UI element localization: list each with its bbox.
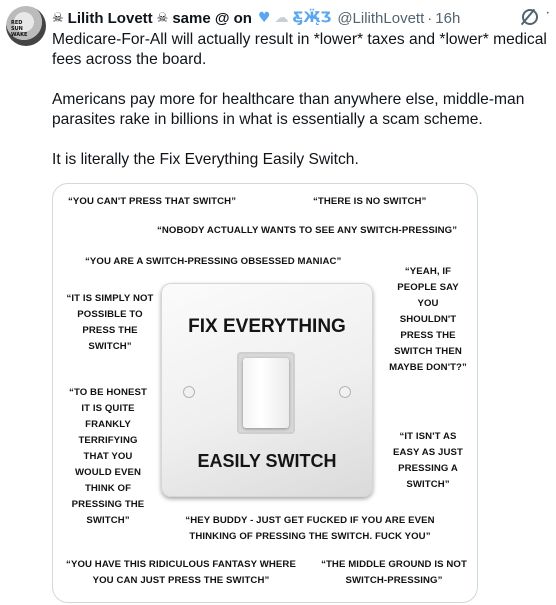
screw-icon (339, 386, 351, 398)
butterfly-icon: Ƹ̵̡Ӝ̵̨̄Ʒ (292, 10, 332, 26)
tweet-line-2: Americans pay more for healthcare than a… (52, 91, 525, 128)
screw-icon (183, 386, 195, 398)
author-handle[interactable]: @LilithLovett (337, 10, 424, 27)
tweet-header: ☠ Lilith Lovett ☠ same @ on ♥ ☁ Ƹ̵̡Ӝ̵̨̄Ʒ… (52, 8, 460, 28)
timestamp[interactable]: 16h (435, 10, 460, 27)
tweet-image[interactable]: “YOU CAN'T PRESS THAT SWITCH” “THERE IS … (52, 183, 478, 603)
separator: · (427, 9, 433, 27)
blue-heart-icon: ♥ (257, 10, 271, 26)
more-icon[interactable]: · (545, 4, 550, 22)
light-switch: FIX EVERYTHING EASILY SWITCH (161, 283, 373, 497)
switch-label-bottom: EASILY SWITCH (197, 451, 337, 471)
tweet-line-3: It is literally the Fix Everything Easil… (52, 151, 359, 168)
skull-crossbones-icon: ☠ (52, 10, 64, 26)
meme-quote-7: “TO BE HONEST IT IS QUITE FRANKLY TERRIF… (69, 387, 147, 526)
tweet-text: Medicare-For-All will actually result in… (52, 30, 550, 170)
author-name[interactable]: Lilith Lovett (68, 10, 153, 27)
switch-rocker (243, 358, 289, 428)
grok-icon[interactable] (522, 9, 538, 25)
author-status: same @ on (172, 9, 252, 27)
meme-quote-10: “YOU HAVE THIS RIDICULOUS FANTASY WHERE … (66, 559, 296, 586)
meme-quote-6: “YEAH, IF PEOPLE SAY YOU SHOULDN'T PRESS… (389, 266, 467, 373)
meme-quote-9: “HEY BUDDY - JUST GET FUCKED IF YOU ARE … (185, 515, 435, 542)
cloud-icon: ☁ (274, 10, 289, 26)
meme-quote-5: “IT IS SIMPLY NOT POSSIBLE TO PRESS THE … (66, 293, 154, 352)
meme-quote-3: “NOBODY ACTUALLY WANTS TO SEE ANY SWITCH… (157, 225, 458, 236)
meme-quote-4: “YOU ARE A SWITCH-PRESSING OBSESSED MANI… (85, 256, 342, 267)
tweet-line-1: Medicare-For-All will actually result in… (52, 31, 547, 68)
author-name-group[interactable]: ☠ Lilith Lovett ☠ same @ on ♥ ☁ Ƹ̵̡Ӝ̵̨̄Ʒ (52, 10, 331, 27)
meme-quote-11: “THE MIDDLE GROUND IS NOT SWITCH-PRESSIN… (321, 559, 467, 586)
meme-quote-8: “IT ISN'T AS EASY AS JUST PRESSING A SWI… (393, 431, 463, 490)
meme-quote-2: “THERE IS NO SWITCH” (313, 196, 427, 207)
switch-label-top: FIX EVERYTHING (188, 316, 346, 337)
switch-rocker-housing (237, 352, 295, 434)
avatar-text: RED SUN WAKE (11, 20, 28, 38)
skull-crossbones-icon: ☠ (156, 10, 169, 26)
avatar[interactable]: RED SUN WAKE (6, 6, 46, 46)
meme-quote-1: “YOU CAN'T PRESS THAT SWITCH” (68, 196, 237, 207)
